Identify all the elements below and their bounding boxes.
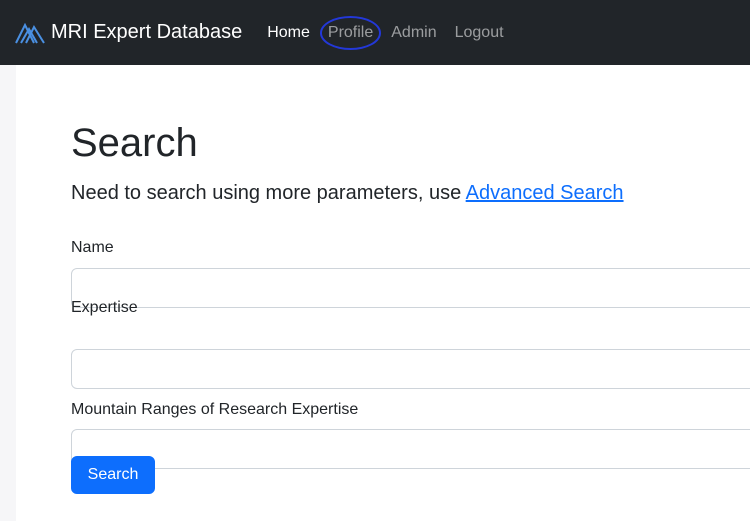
mountain-ranges-label: Mountain Ranges of Research Expertise — [71, 401, 359, 418]
nav-logout[interactable]: Logout — [455, 24, 504, 42]
search-button[interactable]: Search — [71, 456, 155, 494]
brand[interactable]: MRI Expert Database — [15, 21, 242, 44]
page-title: Search — [71, 121, 198, 165]
name-label: Name — [71, 239, 114, 256]
nav-home[interactable]: Home — [267, 24, 310, 42]
mountain-ranges-input[interactable] — [71, 429, 750, 469]
expertise-input[interactable] — [71, 349, 750, 389]
advanced-search-link[interactable]: Advanced Search — [466, 182, 624, 204]
lead-text: Need to search using more parameters, us… — [71, 182, 624, 205]
left-gutter — [0, 65, 16, 521]
brand-name: MRI Expert Database — [51, 21, 243, 43]
nav-links: Home Profile Admin Logout — [267, 15, 521, 50]
mountain-logo-icon — [15, 22, 45, 44]
navbar: MRI Expert Database Home Profile Admin L… — [0, 0, 750, 65]
name-input[interactable] — [71, 268, 750, 308]
expertise-label: Expertise — [71, 299, 138, 316]
nav-admin[interactable]: Admin — [391, 24, 436, 42]
nav-profile[interactable]: Profile — [319, 15, 382, 50]
lead-text-prefix: Need to search using more parameters, us… — [71, 182, 466, 204]
